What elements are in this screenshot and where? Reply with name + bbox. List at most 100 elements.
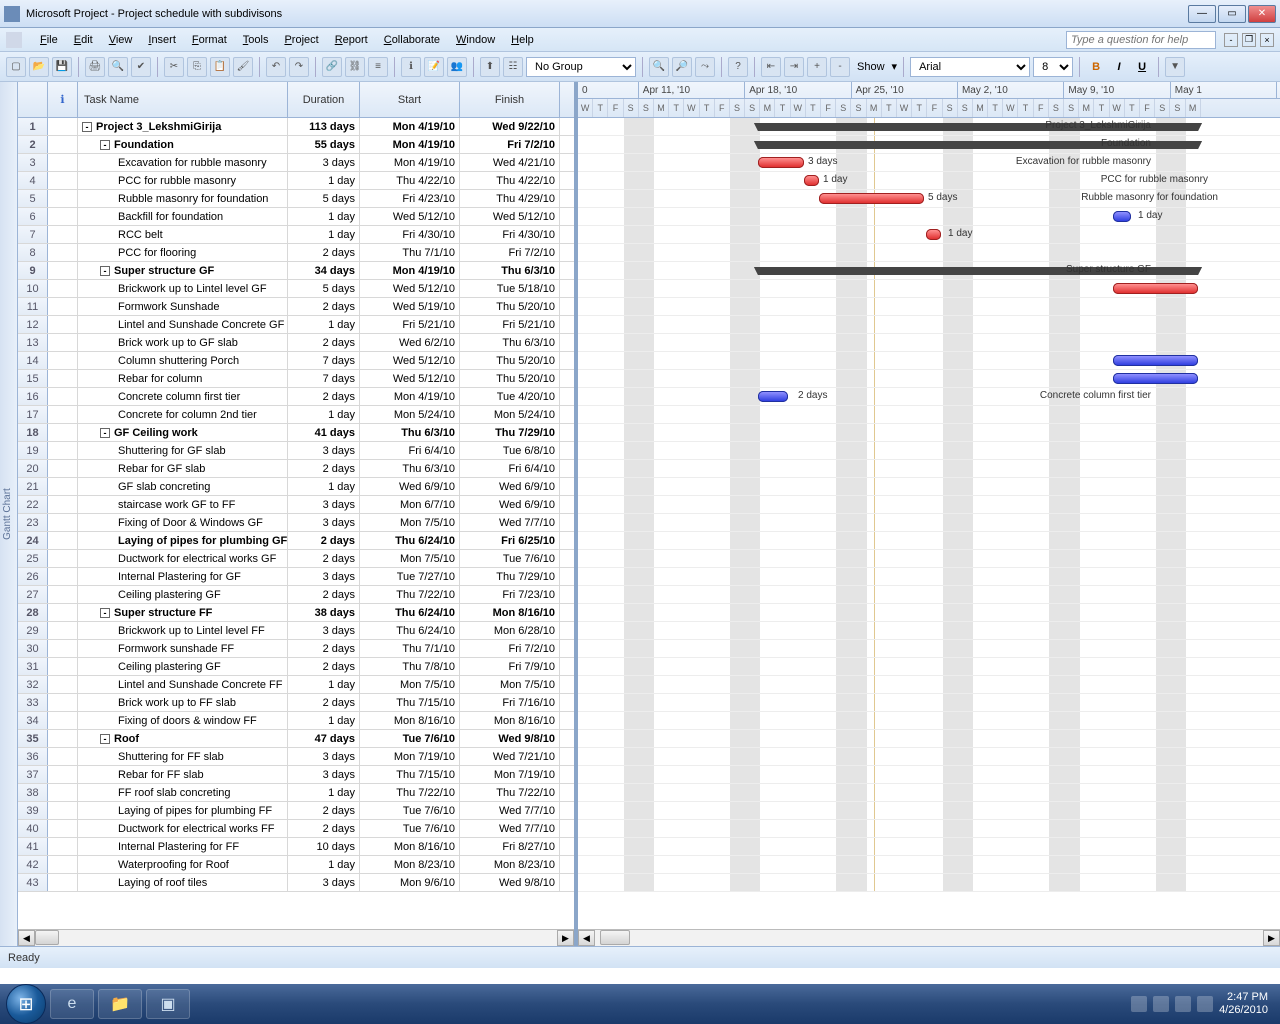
table-row[interactable]: 29Brickwork up to Lintel level FF3 daysT… xyxy=(18,622,574,640)
gantt-row[interactable] xyxy=(578,568,1280,586)
table-row[interactable]: 18-GF Ceiling work41 daysThu 6/3/10Thu 7… xyxy=(18,424,574,442)
gantt-row[interactable]: Formwork Sunshade xyxy=(578,298,1280,316)
gantt-row[interactable] xyxy=(578,856,1280,874)
table-row[interactable]: 20Rebar for GF slab2 daysThu 6/3/10Fri 6… xyxy=(18,460,574,478)
print-preview-icon[interactable]: 🔍 xyxy=(108,57,128,77)
row-header-corner[interactable] xyxy=(18,82,48,117)
table-row[interactable]: 22staircase work GF to FF3 daysMon 6/7/1… xyxy=(18,496,574,514)
table-row[interactable]: 39Laying of pipes for plumbing FF2 daysT… xyxy=(18,802,574,820)
zoom-out-icon[interactable]: 🔎 xyxy=(672,57,692,77)
table-row[interactable]: 37Rebar for FF slab3 daysThu 7/15/10Mon … xyxy=(18,766,574,784)
menu-report[interactable]: Report xyxy=(327,31,376,49)
gantt-row[interactable] xyxy=(578,676,1280,694)
gantt-row[interactable] xyxy=(578,766,1280,784)
system-clock[interactable]: 2:47 PM 4/26/2010 xyxy=(1219,991,1274,1017)
gantt-row[interactable]: Concrete for xyxy=(578,406,1280,424)
task-name-header[interactable]: Task Name xyxy=(78,82,288,117)
table-row[interactable]: 8PCC for flooring2 daysThu 7/1/10Fri 7/2… xyxy=(18,244,574,262)
filter-icon[interactable]: ▼ xyxy=(1165,57,1185,77)
format-painter-icon[interactable]: 🖌 xyxy=(233,57,253,77)
table-row[interactable]: 12Lintel and Sunshade Concrete GF1 dayFr… xyxy=(18,316,574,334)
bold-button[interactable]: B xyxy=(1086,57,1106,77)
taskbar-ie-icon[interactable]: e xyxy=(50,989,94,1019)
indent-icon[interactable]: ⇥ xyxy=(784,57,804,77)
table-row[interactable]: 32Lintel and Sunshade Concrete FF1 dayMo… xyxy=(18,676,574,694)
table-row[interactable]: 35-Roof47 daysTue 7/6/10Wed 9/8/10 xyxy=(18,730,574,748)
table-row[interactable]: 33Brick work up to FF slab2 daysThu 7/15… xyxy=(18,694,574,712)
save-icon[interactable]: 💾 xyxy=(52,57,72,77)
gantt-row[interactable]: Lintel and Sunshade Conc xyxy=(578,316,1280,334)
gantt-row[interactable]: RCC belt1 day xyxy=(578,226,1280,244)
gantt-row[interactable] xyxy=(578,442,1280,460)
font-select[interactable]: Arial xyxy=(910,57,1030,77)
menu-tools[interactable]: Tools xyxy=(235,31,277,49)
taskbar-explorer-icon[interactable]: 📁 xyxy=(98,989,142,1019)
gantt-row[interactable] xyxy=(578,658,1280,676)
info-column-header[interactable]: ℹ xyxy=(48,82,78,117)
table-row[interactable]: 2-Foundation55 daysMon 4/19/10Fri 7/2/10 xyxy=(18,136,574,154)
gantt-row[interactable] xyxy=(578,640,1280,658)
gantt-row[interactable] xyxy=(578,874,1280,892)
cut-icon[interactable]: ✂ xyxy=(164,57,184,77)
gantt-row[interactable] xyxy=(578,478,1280,496)
open-icon[interactable]: 📂 xyxy=(29,57,49,77)
menu-help[interactable]: Help xyxy=(503,31,542,49)
table-row[interactable]: 11Formwork Sunshade2 daysWed 5/19/10Thu … xyxy=(18,298,574,316)
spelling-icon[interactable]: ✔ xyxy=(131,57,151,77)
table-row[interactable]: 7RCC belt1 dayFri 4/30/10Fri 4/30/10 xyxy=(18,226,574,244)
menu-format[interactable]: Format xyxy=(184,31,235,49)
table-row[interactable]: 5Rubble masonry for foundation5 daysFri … xyxy=(18,190,574,208)
table-row[interactable]: 28-Super structure FF38 daysThu 6/24/10M… xyxy=(18,604,574,622)
start-header[interactable]: Start xyxy=(360,82,460,117)
gantt-row[interactable]: Excavation for rubble masonry3 days xyxy=(578,154,1280,172)
table-row[interactable]: 15Rebar for column7 daysWed 5/12/10Thu 5… xyxy=(18,370,574,388)
split-icon[interactable]: ≡ xyxy=(368,57,388,77)
gantt-row[interactable]: Column shuttering Porch xyxy=(578,352,1280,370)
copy-icon[interactable]: ⎘ xyxy=(187,57,207,77)
close-button[interactable]: ✕ xyxy=(1248,5,1276,23)
gantt-row[interactable] xyxy=(578,496,1280,514)
notes-icon[interactable]: 📝 xyxy=(424,57,444,77)
font-size-select[interactable]: 8 xyxy=(1033,57,1073,77)
redo-icon[interactable]: ↷ xyxy=(289,57,309,77)
gantt-row[interactable] xyxy=(578,784,1280,802)
minimize-button[interactable]: — xyxy=(1188,5,1216,23)
gantt-row[interactable]: Foundation xyxy=(578,136,1280,154)
help-icon[interactable]: ? xyxy=(728,57,748,77)
tray-volume-icon[interactable] xyxy=(1197,996,1213,1012)
scroll-left-icon[interactable]: ◀ xyxy=(18,930,35,946)
help-input[interactable] xyxy=(1066,31,1216,49)
gantt-row[interactable]: Rebar for column xyxy=(578,370,1280,388)
outline-toggle-icon[interactable]: - xyxy=(82,122,92,132)
table-row[interactable]: 38FF roof slab concreting1 dayThu 7/22/1… xyxy=(18,784,574,802)
gantt-row[interactable]: Concrete column first tier2 days xyxy=(578,388,1280,406)
gantt-row[interactable] xyxy=(578,424,1280,442)
tray-icon[interactable] xyxy=(1175,996,1191,1012)
mdi-close-button[interactable]: × xyxy=(1260,33,1274,47)
table-row[interactable]: 25Ductwork for electrical works GF2 days… xyxy=(18,550,574,568)
gantt-row[interactable]: Brickwork up to Lintel level GF xyxy=(578,280,1280,298)
table-row[interactable]: 30Formwork sunshade FF2 daysThu 7/1/10Fr… xyxy=(18,640,574,658)
table-row[interactable]: 10Brickwork up to Lintel level GF5 daysW… xyxy=(18,280,574,298)
table-row[interactable]: 43Laying of roof tiles3 daysMon 9/6/10We… xyxy=(18,874,574,892)
gantt-row[interactable] xyxy=(578,604,1280,622)
outline-toggle-icon[interactable]: - xyxy=(100,428,110,438)
gantt-row[interactable]: Super structure GF xyxy=(578,262,1280,280)
table-row[interactable]: 31Ceiling plastering GF2 daysThu 7/8/10F… xyxy=(18,658,574,676)
menu-insert[interactable]: Insert xyxy=(140,31,184,49)
paste-icon[interactable]: 📋 xyxy=(210,57,230,77)
table-row[interactable]: 23Fixing of Door & Windows GF3 daysMon 7… xyxy=(18,514,574,532)
link-icon[interactable]: 🔗 xyxy=(322,57,342,77)
gantt-row[interactable] xyxy=(578,460,1280,478)
outline-toggle-icon[interactable]: - xyxy=(100,734,110,744)
table-row[interactable]: 42Waterproofing for Roof1 dayMon 8/23/10… xyxy=(18,856,574,874)
gantt-scroll-left-icon[interactable]: ◀ xyxy=(578,930,595,946)
table-row[interactable]: 9-Super structure GF34 daysMon 4/19/10Th… xyxy=(18,262,574,280)
task-hscroll[interactable]: ◀ ▶ xyxy=(18,929,574,946)
outline-toggle-icon[interactable]: - xyxy=(100,266,110,276)
menu-view[interactable]: View xyxy=(101,31,141,49)
app-menu-icon[interactable] xyxy=(6,32,22,48)
print-icon[interactable]: 🖨 xyxy=(85,57,105,77)
gantt-row[interactable] xyxy=(578,532,1280,550)
outline-toggle-icon[interactable]: - xyxy=(100,140,110,150)
